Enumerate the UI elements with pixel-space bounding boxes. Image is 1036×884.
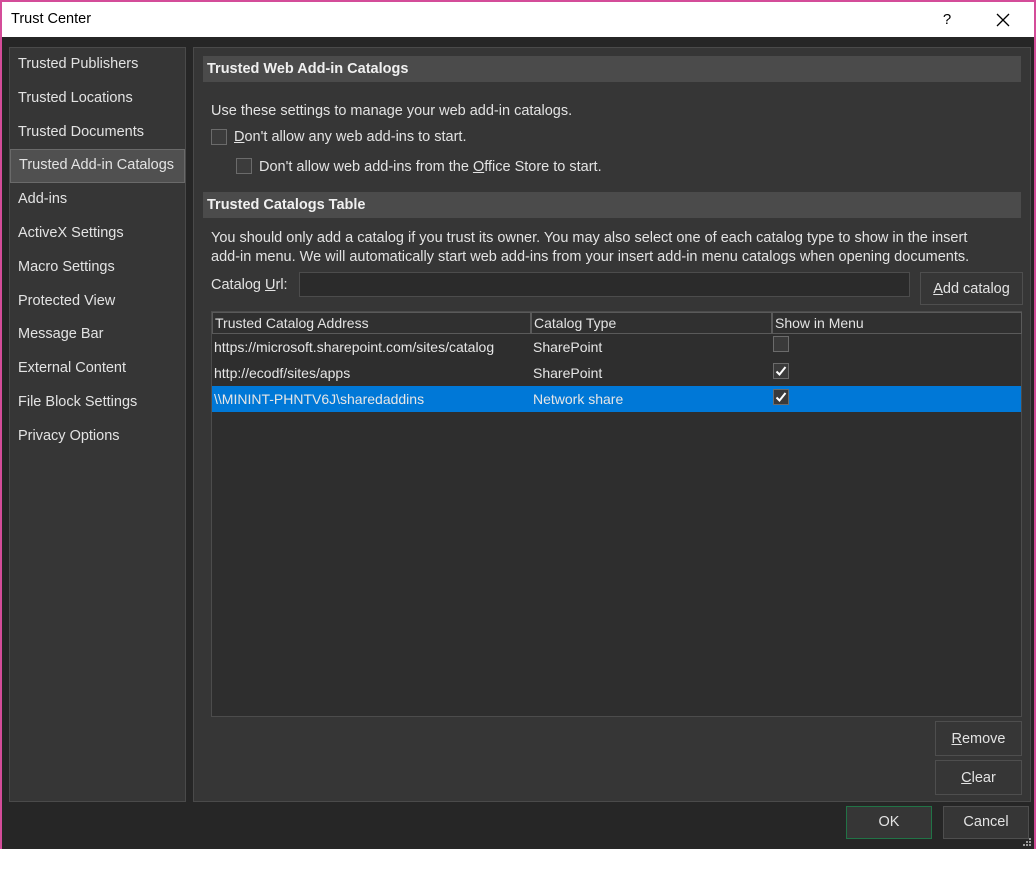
ok-button[interactable]: OK [846, 806, 932, 839]
cell-type: SharePoint [533, 339, 603, 355]
cell-type: Network share [533, 391, 624, 407]
sidebar-item-file-block-settings[interactable]: File Block Settings [10, 386, 185, 420]
window-title: Trust Center [11, 11, 92, 27]
label-text: rl: [275, 277, 288, 293]
table-row[interactable]: https://microsoft.sharepoint.com/sites/c… [212, 334, 1021, 360]
resize-grip-icon[interactable] [1022, 837, 1032, 847]
trust-center-dialog: Trust Center ? Trusted Publishers Truste… [0, 0, 1036, 849]
sidebar-item-privacy-options[interactable]: Privacy Options [10, 420, 185, 454]
accelerator-key: D [234, 129, 245, 145]
disallow-office-store-addins-label[interactable]: Don't allow web add-ins from the Office … [259, 159, 602, 175]
label-text: on't allow any web add-ins to start. [244, 129, 467, 145]
label-text: ffice Store to start. [484, 159, 602, 175]
sidebar-item-trusted-documents[interactable]: Trusted Documents [10, 116, 185, 150]
button-label: emove [961, 731, 1006, 747]
clear-button[interactable]: Clear [935, 760, 1022, 795]
trusted-catalogs-table[interactable]: Trusted Catalog Address Catalog Type Sho… [211, 311, 1022, 717]
show-in-menu-checkbox[interactable] [773, 336, 789, 352]
sidebar-item-trusted-publishers[interactable]: Trusted Publishers [10, 48, 185, 82]
sidebar-item-trusted-add-in-catalogs[interactable]: Trusted Add-in Catalogs [10, 149, 185, 184]
cell-address: \\MININT-PHNTV6J\sharedaddins [214, 391, 425, 407]
sidebar-item-message-bar[interactable]: Message Bar [10, 318, 185, 352]
cell-type: SharePoint [533, 365, 603, 381]
button-label: lear [971, 770, 996, 786]
button-label: dd catalog [942, 281, 1010, 297]
cell-address: https://microsoft.sharepoint.com/sites/c… [214, 339, 495, 355]
catalogs-description-line1: You should only add a catalog if you tru… [211, 230, 968, 246]
table-row[interactable]: http://ecodf/sites/apps SharePoint [212, 360, 1021, 386]
accelerator-key: C [961, 770, 972, 786]
main-panel: Trusted Web Add-in Catalogs Use these se… [193, 47, 1031, 802]
section-header-catalogs-table: Trusted Catalogs Table [203, 192, 1021, 218]
table-header: Trusted Catalog Address Catalog Type Sho… [212, 312, 1022, 334]
disallow-all-web-addins-label[interactable]: Don't allow any web add-ins to start. [234, 129, 466, 145]
disallow-office-store-addins-checkbox[interactable] [236, 158, 252, 174]
column-header-type[interactable]: Catalog Type [531, 312, 772, 334]
sidebar-item-macro-settings[interactable]: Macro Settings [10, 251, 185, 285]
disallow-all-web-addins-checkbox[interactable] [211, 129, 227, 145]
show-in-menu-checkbox[interactable] [773, 363, 789, 379]
accelerator-key: A [933, 281, 943, 297]
column-header-show-in-menu[interactable]: Show in Menu [772, 312, 1022, 334]
sidebar-item-activex-settings[interactable]: ActiveX Settings [10, 217, 185, 251]
sidebar-nav: Trusted Publishers Trusted Locations Tru… [9, 47, 186, 802]
accelerator-key: O [472, 159, 485, 175]
catalogs-description-line2: add-in menu. We will automatically start… [211, 249, 970, 265]
sidebar-item-protected-view[interactable]: Protected View [10, 285, 185, 319]
close-button[interactable] [988, 6, 1018, 34]
checkmark-icon [775, 366, 787, 376]
accelerator-key: U [265, 277, 276, 293]
accelerator-key: R [951, 731, 962, 747]
remove-button[interactable]: Remove [935, 721, 1022, 756]
help-button[interactable]: ? [932, 6, 962, 34]
column-header-address[interactable]: Trusted Catalog Address [212, 312, 531, 334]
cell-address: http://ecodf/sites/apps [214, 365, 351, 381]
add-catalog-button[interactable]: Add catalog [920, 272, 1023, 305]
title-bar: Trust Center ? [2, 2, 1034, 37]
catalog-url-input[interactable] [299, 272, 910, 297]
close-icon [996, 13, 1010, 27]
checkmark-icon [775, 392, 787, 402]
cancel-button[interactable]: Cancel [943, 806, 1029, 839]
web-catalogs-description: Use these settings to manage your web ad… [211, 103, 573, 119]
sidebar-item-trusted-locations[interactable]: Trusted Locations [10, 82, 185, 116]
sidebar-item-add-ins[interactable]: Add-ins [10, 183, 185, 217]
label-text: Don't allow web add-ins from the [259, 159, 473, 175]
show-in-menu-checkbox[interactable] [773, 389, 789, 405]
catalog-url-label: Catalog Url: [211, 277, 288, 293]
label-text: Catalog [211, 277, 266, 293]
table-row-selected[interactable]: \\MININT-PHNTV6J\sharedaddins Network sh… [212, 386, 1021, 412]
section-header-web-catalogs: Trusted Web Add-in Catalogs [203, 56, 1021, 82]
sidebar-item-external-content[interactable]: External Content [10, 352, 185, 386]
